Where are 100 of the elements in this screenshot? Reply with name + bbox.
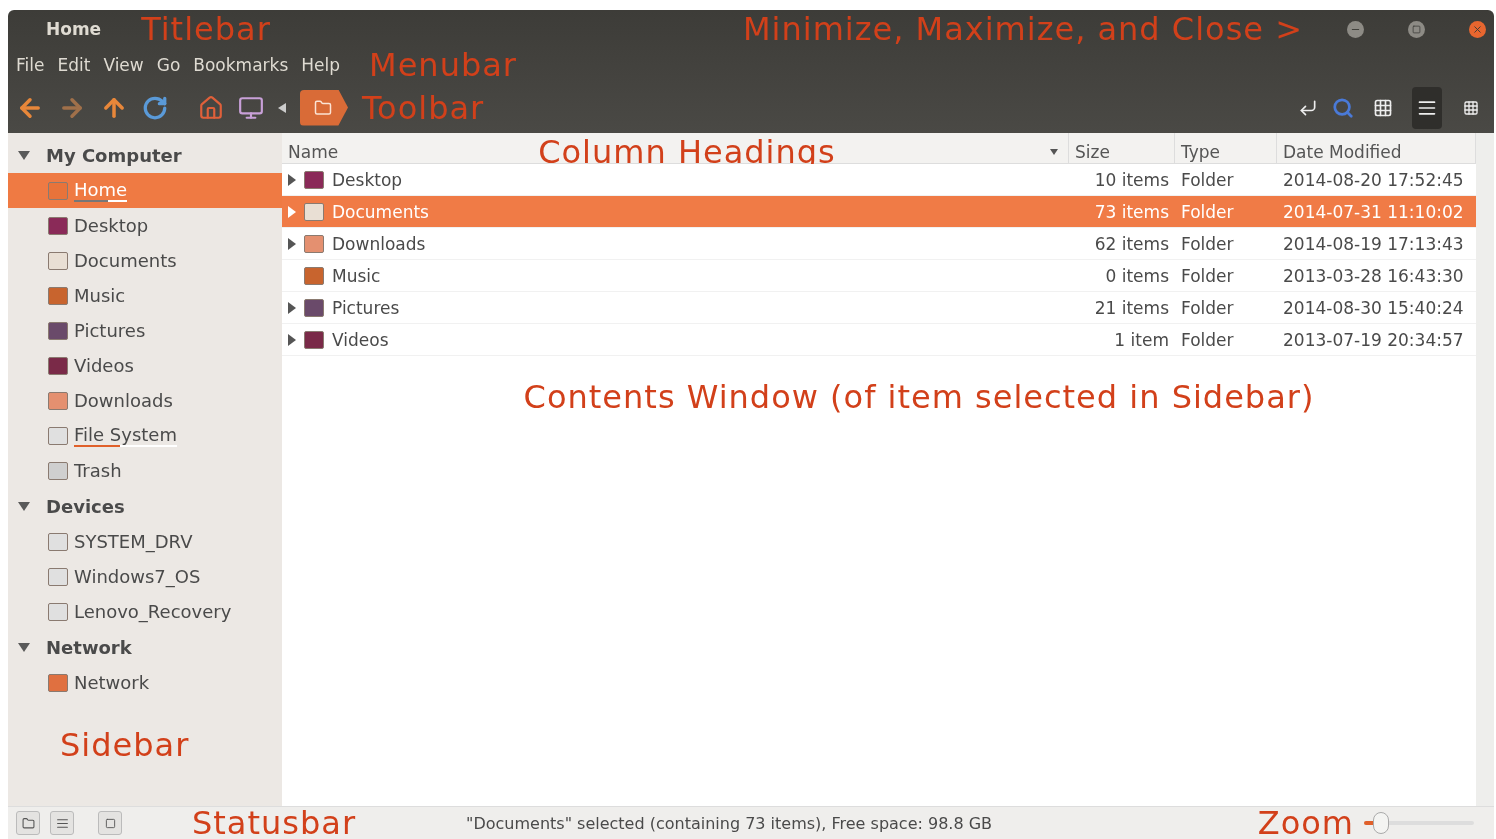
folder-icon [48, 461, 68, 480]
file-size: 1 item [1114, 329, 1169, 350]
places-button[interactable] [16, 811, 40, 835]
annotation-label: Sidebar [60, 726, 190, 764]
folder-icon [48, 391, 68, 410]
sort-arrow-icon [1050, 149, 1058, 155]
folder-icon [48, 673, 68, 692]
file-date: 2013-07-19 20:34:57 [1283, 329, 1464, 350]
sidebar-label: Documents [74, 250, 177, 271]
sidebar-heading: Devices [46, 495, 125, 517]
file-date: 2014-07-31 11:10:02 [1283, 201, 1464, 222]
annotation-label: Toolbar [362, 88, 485, 127]
sidebar-label: Desktop [74, 215, 149, 236]
window-title: Home [46, 19, 102, 39]
file-name: Desktop [332, 169, 403, 190]
tree-button[interactable] [50, 811, 74, 835]
column-heading[interactable]: Size [1075, 142, 1110, 162]
sidebar-item[interactable]: Pictures [8, 313, 282, 348]
annotation-label: Titlebar [141, 10, 271, 48]
folder-icon [48, 251, 68, 270]
expander-icon[interactable] [288, 333, 296, 346]
sidebar-item[interactable]: Desktop [8, 208, 282, 243]
search-icon[interactable] [1332, 96, 1354, 119]
location-button[interactable] [300, 89, 348, 126]
maximize-icon [1412, 24, 1421, 34]
file-size: 21 items [1094, 297, 1169, 318]
file-size: 0 items [1105, 265, 1169, 286]
close-button[interactable] [1469, 20, 1486, 38]
file-date: 2014-08-19 17:13:43 [1283, 233, 1464, 254]
file-name: Documents [332, 201, 429, 222]
file-name: Videos [332, 329, 389, 350]
menu-item[interactable]: Help [301, 55, 341, 75]
maximize-button[interactable] [1408, 20, 1425, 38]
sidebar-item[interactable]: Trash [8, 453, 282, 488]
menu-item[interactable]: View [103, 55, 144, 75]
menu-item[interactable]: File [16, 55, 45, 75]
square-icon [104, 817, 116, 829]
sidebar-label: Network [74, 672, 150, 693]
folder-icon [48, 426, 68, 445]
grid-icon [1373, 97, 1393, 118]
expander-icon[interactable] [288, 301, 296, 314]
sidebar-item[interactable]: Documents [8, 243, 282, 278]
file-row[interactable]: Desktop 10 items Folder 2014-08-20 17:52:45 [282, 164, 1476, 196]
sidebar-item[interactable]: SYSTEM_DRV [8, 524, 282, 559]
sidebar-item[interactable]: File System [8, 418, 282, 453]
minimize-button[interactable] [1347, 20, 1364, 38]
folder-icon [304, 298, 324, 317]
expander-icon[interactable] [288, 173, 296, 186]
sidebar-item[interactable]: Music [8, 278, 282, 313]
folder-icon [48, 181, 68, 200]
sidebar-item[interactable]: Downloads [8, 383, 282, 418]
file-size: 10 items [1094, 169, 1169, 190]
left-triangle-icon[interactable] [278, 102, 286, 113]
reload-icon[interactable] [142, 94, 168, 121]
monitor-icon[interactable] [238, 94, 264, 121]
sidebar-label: Pictures [74, 320, 146, 341]
folder-icon [314, 98, 332, 117]
column-heading[interactable]: Name [288, 142, 339, 162]
view-button[interactable] [1412, 86, 1442, 129]
menu-item[interactable]: Edit [57, 55, 91, 75]
sidebar-item[interactable]: Windows7_OS [8, 559, 282, 594]
file-size: 62 items [1094, 233, 1169, 254]
folder-icon [304, 170, 324, 189]
folder-icon [48, 602, 68, 621]
folder-icon [48, 532, 68, 551]
sidebar-label: Downloads [74, 390, 173, 411]
column-heading[interactable]: Date Modified [1283, 142, 1402, 162]
file-size: 73 items [1094, 201, 1169, 222]
menu-item[interactable]: Bookmarks [193, 55, 289, 75]
annotation-label: Zoom [1257, 804, 1354, 839]
sidebar-label: Trash [74, 460, 122, 481]
sidebar-heading: My Computer [46, 144, 182, 166]
sidebar-item[interactable]: Network [8, 665, 282, 700]
file-name: Pictures [332, 297, 400, 318]
sidebar-item[interactable]: Lenovo_Recovery [8, 594, 282, 629]
sidebar-label: Music [74, 285, 126, 306]
folder-icon [48, 356, 68, 375]
folder-icon [48, 567, 68, 586]
folder-icon [304, 234, 324, 253]
grid-icon [1463, 99, 1479, 116]
sidebar-item[interactable]: Videos [8, 348, 282, 383]
file-type: Folder [1181, 233, 1234, 254]
file-type: Folder [1181, 265, 1234, 286]
expander-icon[interactable] [18, 501, 30, 511]
expander-icon[interactable] [18, 642, 30, 652]
sidebar-label: Lenovo_Recovery [74, 601, 232, 622]
column-heading[interactable]: Type [1181, 142, 1221, 162]
file-date: 2013-03-28 16:43:30 [1283, 265, 1464, 286]
home-icon[interactable] [198, 94, 224, 121]
sidebar-toggle-button[interactable] [98, 811, 122, 835]
expander-icon[interactable] [18, 150, 30, 160]
expander-icon[interactable] [288, 237, 296, 250]
list-icon [55, 816, 69, 830]
sidebar-label: Videos [74, 355, 134, 376]
zoom-slider[interactable] [1364, 812, 1474, 834]
menu-item[interactable]: Go [156, 55, 181, 75]
file-type: Folder [1181, 329, 1234, 350]
annotation-label: Statusbar [192, 804, 357, 839]
folder-icon [304, 330, 324, 349]
annotation-label: Minimize, Maximize, and Close > [742, 10, 1303, 48]
